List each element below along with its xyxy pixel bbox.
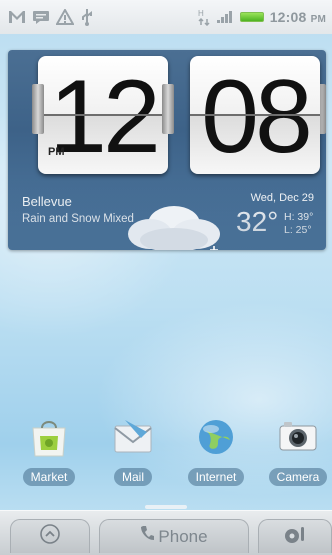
dock-bar: Phone — [0, 510, 332, 555]
sms-icon — [32, 10, 50, 24]
app-shortcuts: Market Mail Internet Camera — [0, 415, 332, 497]
app-label-internet: Internet — [187, 468, 245, 486]
clock-hours-card: 12 PM — [38, 56, 168, 174]
app-camera[interactable]: Camera — [266, 415, 330, 486]
phone-label: Phone — [158, 526, 208, 546]
clock-minutes-card: 08 — [190, 56, 320, 174]
system-icons: H 12:08 PM — [198, 8, 326, 26]
app-label-mail: Mail — [113, 468, 152, 486]
status-bar[interactable]: H 12:08 PM — [0, 0, 332, 34]
app-market[interactable]: Market — [17, 415, 81, 486]
all-apps-button[interactable] — [10, 519, 90, 553]
svg-text:H: H — [198, 9, 204, 18]
app-mail[interactable]: Mail — [101, 415, 165, 486]
snow-cloud-icon — [116, 200, 236, 250]
signal-icon — [216, 10, 234, 24]
weather-temperature: 32° — [236, 206, 279, 237]
notification-icons — [8, 8, 94, 26]
usb-icon — [80, 8, 94, 26]
weather-city: Bellevue — [22, 194, 72, 209]
weather-low: L: 25° — [284, 224, 312, 236]
app-internet[interactable]: Internet — [184, 415, 248, 486]
app-label-market: Market — [22, 468, 76, 486]
app-label-camera: Camera — [268, 468, 328, 486]
weather-high: H: 39° — [284, 211, 314, 223]
clock-hours: 12 — [49, 59, 161, 175]
market-bag-icon — [26, 415, 72, 459]
data-icon: H — [198, 8, 210, 26]
dock-handle[interactable] — [145, 505, 187, 509]
clock-minutes: 08 — [201, 59, 313, 175]
mail-icon — [110, 415, 156, 459]
weather-high-low: H: 39° L: 25° — [284, 211, 313, 237]
personalize-button[interactable] — [258, 519, 332, 553]
phone-icon — [140, 525, 155, 548]
warning-icon — [56, 9, 74, 25]
clock-ampm: PM — [48, 146, 65, 158]
flip-hinge-left — [32, 84, 44, 134]
flip-hinge-center — [162, 84, 174, 134]
all-apps-icon — [39, 523, 61, 550]
status-time: 12:08 PM — [269, 9, 326, 25]
gmail-icon — [8, 10, 26, 24]
globe-icon — [193, 415, 239, 459]
weather-date: Wed, Dec 29 — [250, 192, 314, 204]
personalize-icon — [282, 523, 308, 550]
phone-button[interactable]: Phone — [99, 519, 249, 553]
camera-icon — [275, 415, 321, 459]
battery-icon — [239, 12, 264, 22]
clock-weather-widget[interactable]: 12 PM 08 Bellevue Rain and Snow Mixed We… — [8, 50, 326, 250]
